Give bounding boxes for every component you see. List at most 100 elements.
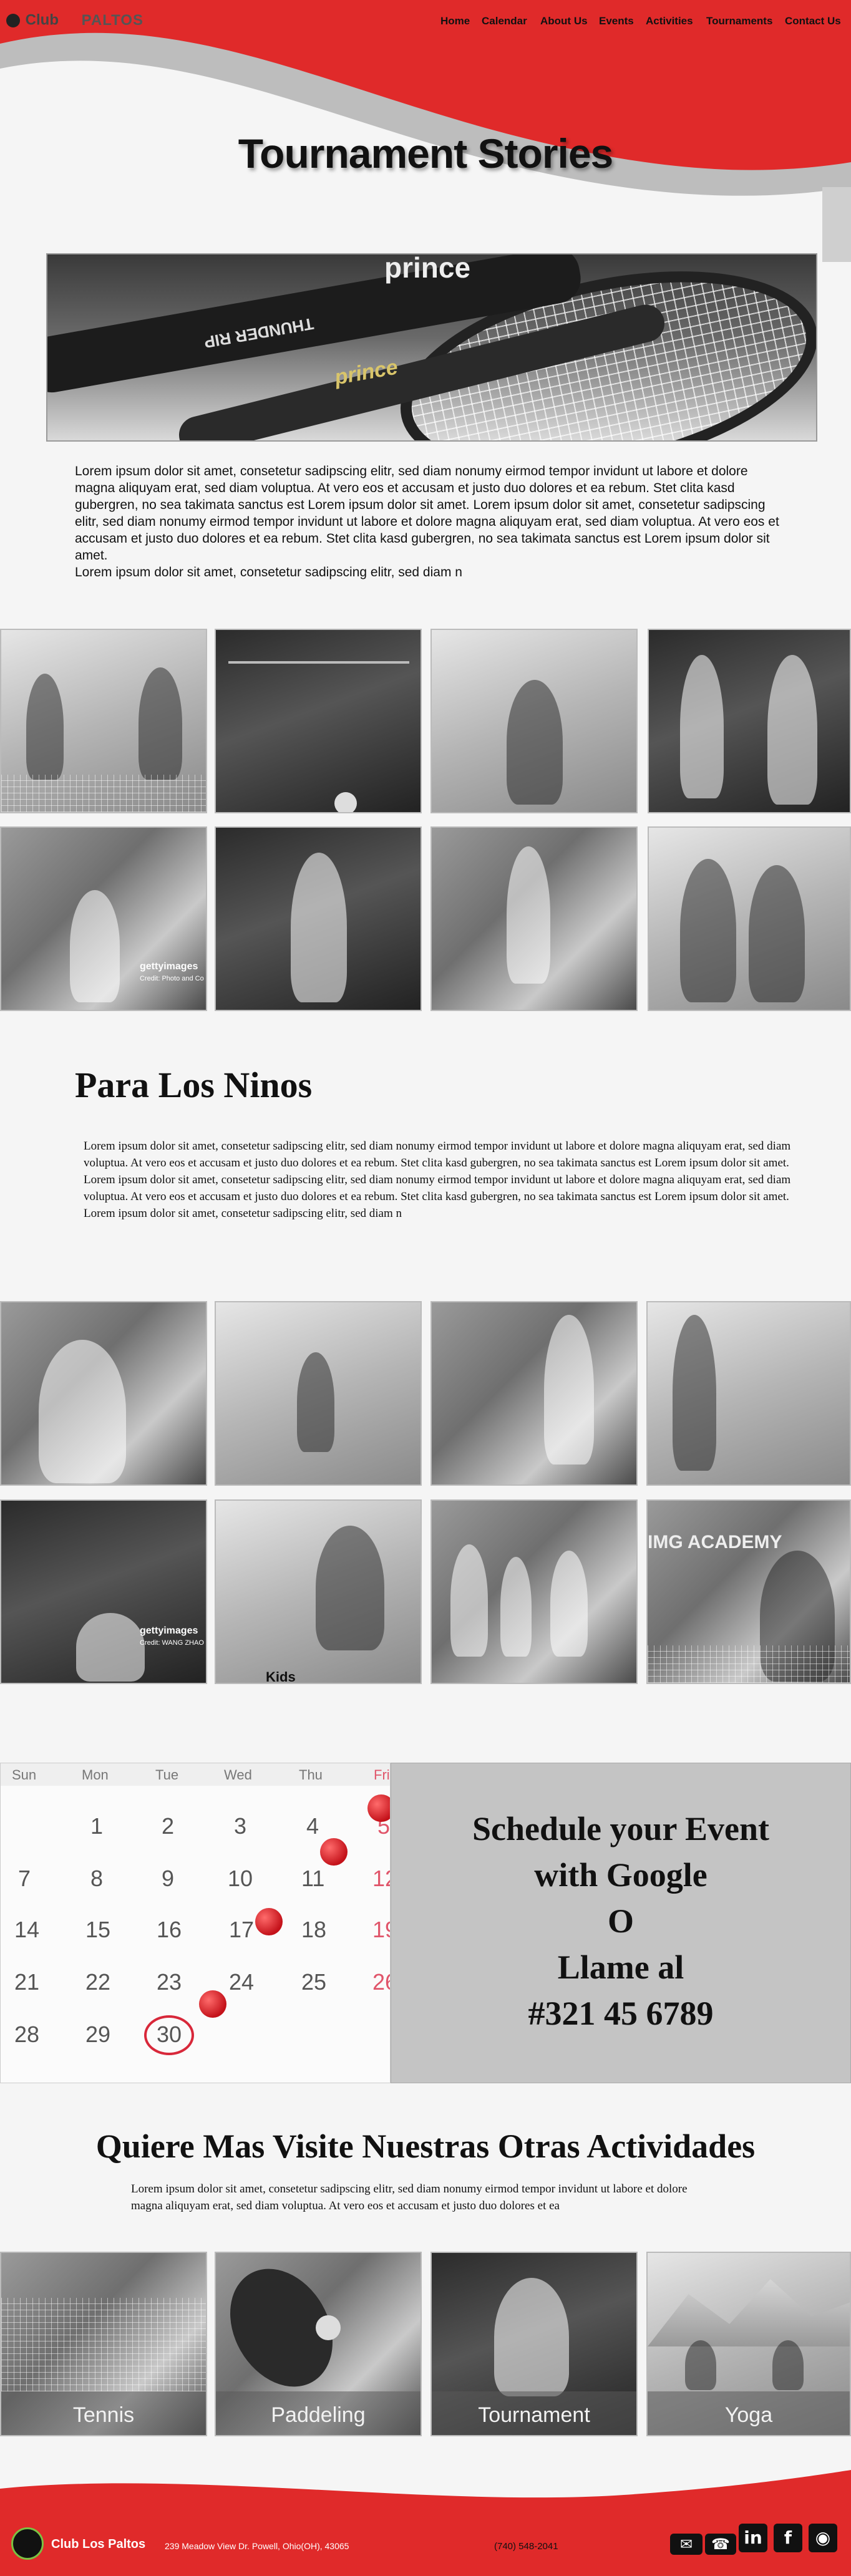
tournament-photo-5[interactable]: gettyimages Credit: Photo and Co [0,826,207,1011]
logo-text-left: Club [25,11,59,29]
linkedin-icon[interactable]: in [739,2524,767,2552]
tournament-photo-7[interactable] [430,826,638,1011]
cal-date: 21 [14,1969,40,1995]
pin-icon [320,1838,348,1866]
cal-date: 10 [228,1866,253,1891]
cal-date: 18 [301,1917,327,1942]
nav-home[interactable]: Home [440,15,470,27]
activities-title: Quiere Mas Visite Nuestras Otras Activid… [95,2128,756,2165]
kids-basket-label: Kids [266,1669,296,1684]
ninos-photo-4[interactable] [646,1301,851,1486]
phone-icon[interactable]: ☎ [705,2534,736,2555]
ninos-text-block: Lorem ipsum dolor sit amet, consetetur s… [84,1138,795,1222]
facebook-icon[interactable]: f [774,2524,802,2552]
cal-date: 23 [157,1969,182,1995]
activity-card-paddeling[interactable]: Paddeling [215,2252,422,2436]
logo-text-right: PALTOS [81,11,144,29]
ninos-photo-2[interactable] [215,1301,422,1486]
ninos-photo-3[interactable] [430,1301,638,1486]
calendar-image: Sun Mon Tue Wed Thu Fri 1 2 3 4 5 7 8 9 … [0,1763,391,2083]
page-title: Tournament Stories [238,130,614,177]
tournament-photo-6[interactable] [215,826,422,1011]
pin-icon [199,1990,226,2018]
cal-date: 9 [162,1866,175,1891]
cal-date: 25 [301,1969,327,1995]
ninos-title: Para Los Ninos [75,1065,313,1105]
cal-date: 22 [85,1969,111,1995]
tournament-photo-4[interactable] [648,629,851,813]
tournament-text-block: Lorem ipsum dolor sit amet, consetetur s… [75,463,780,581]
activity-card-tennis[interactable]: Tennis [0,2252,207,2436]
ninos-paragraph: Lorem ipsum dolor sit amet, consetetur s… [84,1140,791,1203]
cal-day-wed: Wed [224,1767,252,1783]
tournament-photo-3[interactable] [430,629,638,813]
ninos-photo-8[interactable]: IMG ACADEMY [646,1499,851,1684]
photo-credit: Credit: Photo and Co [140,975,204,982]
schedule-phone[interactable]: #321 45 6789 [391,1990,850,2036]
activity-label-tournament: Tournament [432,2391,636,2435]
photo-credit-2: Credit: WANG ZHAO [140,1639,204,1647]
schedule-line-3: O [607,1902,634,1940]
ninos-photo-1[interactable] [0,1301,207,1486]
footer-background [0,2470,851,2576]
ninos-paragraph-2: Lorem ipsum dolor sit amet, consetetur s… [84,1207,402,1220]
nav-activities[interactable]: Activities [646,15,693,27]
cal-date: 16 [157,1917,182,1942]
logo-circle-icon [6,13,20,27]
schedule-line-2[interactable]: with Google [391,1852,850,1898]
activity-label-tennis: Tennis [1,2391,206,2435]
tournament-photo-2[interactable] [215,629,422,813]
activity-label-paddeling: Paddeling [216,2391,421,2435]
mail-icon[interactable]: ✉ [670,2534,703,2555]
nav-tournaments[interactable]: Tournaments [706,15,772,27]
cal-date: 12 [372,1866,390,1891]
ninos-photo-5[interactable]: gettyimages Credit: WANG ZHAO [0,1499,207,1684]
activity-label-yoga: Yoga [648,2391,850,2435]
getty-watermark-2: gettyimages [140,1625,198,1636]
tournament-photo-8[interactable] [648,826,851,1011]
schedule-line-4: Llame al [557,1949,684,1986]
activities-paragraph: Lorem ipsum dolor sit amet, consetetur s… [131,2182,688,2212]
circled-date-ring [144,2015,194,2055]
cal-day-mon: Mon [82,1767,109,1783]
footer-address: 239 Meadow View Dr. Powell, Ohio(OH), 43… [165,2541,349,2551]
cal-day-tue: Tue [155,1767,179,1783]
cal-date: 28 [14,2022,40,2047]
hero-racket-image: prince THUNDER RIP prince [46,253,817,442]
footer-logo[interactable] [11,2527,44,2560]
cal-day-sun: Sun [12,1767,37,1783]
activity-card-tournament[interactable]: Tournament [430,2252,638,2436]
activity-card-yoga[interactable]: Yoga [646,2252,851,2436]
footer-phone[interactable]: (740) 548-2041 [494,2541,558,2552]
cal-date: 3 [234,1813,247,1839]
nav-events[interactable]: Events [599,15,634,27]
getty-watermark: gettyimages [140,961,198,972]
cal-date: 11 [301,1866,325,1891]
instagram-icon[interactable]: ◉ [809,2524,837,2552]
cal-date: 26 [372,1969,390,1995]
ninos-photo-6[interactable]: Kids [215,1499,422,1684]
nav-calendar[interactable]: Calendar [482,15,527,27]
schedule-line-1: Schedule your Event [472,1810,770,1847]
nav-about-us[interactable]: About Us [540,15,588,27]
cal-date: 14 [14,1917,40,1942]
tournament-photo-1[interactable] [0,629,207,813]
cal-date: 17 [229,1917,255,1942]
cal-date: 29 [85,2022,111,2047]
cal-date: 1 [90,1813,104,1839]
cal-date: 2 [162,1813,175,1839]
academy-banner-text: IMG ACADEMY [648,1532,782,1552]
cal-date: 19 [372,1917,390,1942]
ninos-photo-7[interactable] [430,1499,638,1684]
footer-brand-name: Club Los Paltos [51,2537,146,2551]
site-logo[interactable]: Club PALTOS [6,11,193,34]
cal-day-fri: Fri [374,1767,390,1783]
nav-contact-us[interactable]: Contact Us [785,15,841,27]
cal-date: 7 [18,1866,31,1891]
cal-date: 24 [229,1969,255,1995]
tournament-paragraph-2: Lorem ipsum dolor sit amet, consetetur s… [75,565,462,579]
pin-icon [255,1908,283,1935]
cal-date: 4 [306,1813,319,1839]
cal-date: 15 [85,1917,111,1942]
cal-date: 8 [90,1866,104,1891]
